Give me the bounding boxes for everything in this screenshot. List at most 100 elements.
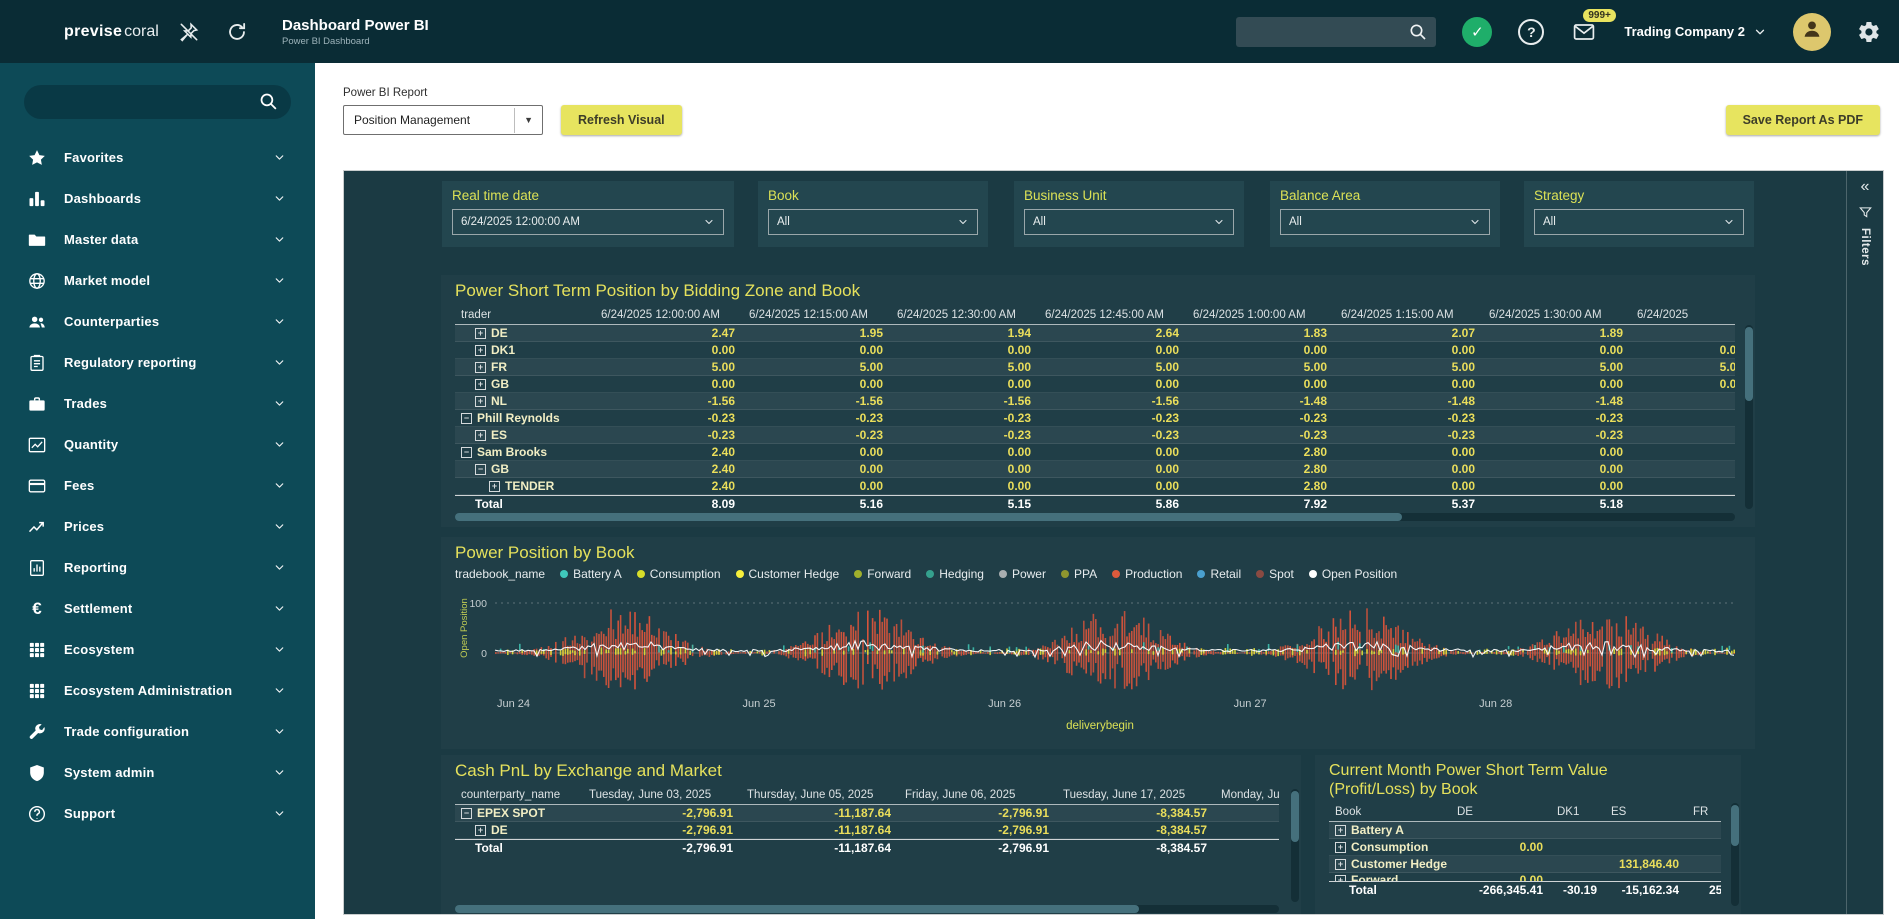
month-table-vscrollbar[interactable] bbox=[1731, 803, 1739, 906]
column-header[interactable]: Thursday, June 05, 2025 bbox=[741, 789, 899, 801]
expand-toggle[interactable]: + bbox=[489, 481, 500, 492]
slicer-book-dropdown[interactable]: All bbox=[768, 209, 978, 235]
report-select[interactable]: Position Management ▼ bbox=[343, 105, 543, 135]
slicer-balance-area-dropdown[interactable]: All bbox=[1280, 209, 1490, 235]
company-selector[interactable]: Trading Company 2 bbox=[1624, 24, 1767, 39]
legend-item-hedging[interactable]: Hedging bbox=[926, 567, 984, 581]
chevron-down-icon[interactable] bbox=[273, 233, 293, 246]
column-header[interactable]: 6/24/2025 12:00:00 AM bbox=[595, 309, 743, 321]
chevron-down-icon[interactable] bbox=[273, 315, 293, 328]
sidebar-item-support[interactable]: Support bbox=[0, 793, 315, 834]
expand-toggle[interactable]: + bbox=[475, 328, 486, 339]
cash-table-vscrollbar[interactable] bbox=[1291, 789, 1299, 902]
expand-toggle[interactable]: − bbox=[461, 447, 472, 458]
expand-toggle[interactable]: + bbox=[1335, 825, 1346, 836]
chevron-down-icon[interactable] bbox=[273, 356, 293, 369]
legend-item-ppa[interactable]: PPA bbox=[1061, 567, 1097, 581]
chevron-down-icon[interactable] bbox=[273, 643, 293, 656]
column-header[interactable]: Book bbox=[1329, 806, 1451, 818]
filters-pane[interactable]: « Filters bbox=[1846, 171, 1883, 914]
sidebar-item-reporting[interactable]: Reporting bbox=[0, 547, 315, 588]
expand-toggle[interactable]: − bbox=[461, 808, 472, 819]
expand-toggle[interactable]: + bbox=[475, 379, 486, 390]
chevron-down-icon[interactable] bbox=[273, 438, 293, 451]
chevron-down-icon[interactable] bbox=[273, 397, 293, 410]
expand-toggle[interactable]: + bbox=[475, 345, 486, 356]
expand-toggle[interactable]: + bbox=[475, 430, 486, 441]
sidebar-item-settlement[interactable]: €Settlement bbox=[0, 588, 315, 629]
chevron-down-icon[interactable] bbox=[273, 561, 293, 574]
legend-item-battery-a[interactable]: Battery A bbox=[560, 567, 622, 581]
legend-item-consumption[interactable]: Consumption bbox=[637, 567, 721, 581]
chevron-down-icon[interactable] bbox=[273, 807, 293, 820]
sidebar-item-system-admin[interactable]: System admin bbox=[0, 752, 315, 793]
save-pdf-button[interactable]: Save Report As PDF bbox=[1726, 105, 1880, 135]
sidebar-search-input[interactable] bbox=[24, 85, 291, 119]
legend-item-power[interactable]: Power bbox=[999, 567, 1046, 581]
avatar[interactable] bbox=[1793, 13, 1831, 51]
expand-toggle[interactable]: − bbox=[475, 464, 486, 475]
column-header[interactable]: 6/24/2025 1:30:00 AM bbox=[1483, 309, 1631, 321]
sidebar-item-quantity[interactable]: Quantity bbox=[0, 424, 315, 465]
column-header[interactable]: counterparty_name bbox=[455, 789, 583, 801]
sidebar-item-ecosystem[interactable]: Ecosystem bbox=[0, 629, 315, 670]
sidebar-item-trades[interactable]: Trades bbox=[0, 383, 315, 424]
column-header[interactable]: 6/24/2025 12:45:00 AM bbox=[1039, 309, 1187, 321]
legend-item-production[interactable]: Production bbox=[1112, 567, 1182, 581]
sidebar-item-master-data[interactable]: Master data bbox=[0, 219, 315, 260]
sidebar-item-market-model[interactable]: Market model bbox=[0, 260, 315, 301]
sidebar-item-favorites[interactable]: Favorites bbox=[0, 137, 315, 178]
chevron-down-icon[interactable] bbox=[273, 479, 293, 492]
refresh-icon[interactable] bbox=[226, 21, 248, 43]
chevron-down-icon[interactable] bbox=[273, 520, 293, 533]
legend-item-forward[interactable]: Forward bbox=[854, 567, 911, 581]
column-header[interactable]: Friday, June 06, 2025 bbox=[899, 789, 1057, 801]
column-header[interactable]: 6/24/2025 12:15:00 AM bbox=[743, 309, 891, 321]
sidebar-item-dashboards[interactable]: Dashboards bbox=[0, 178, 315, 219]
column-header[interactable]: Monday, Jun bbox=[1215, 789, 1279, 801]
cash-table-hscrollbar[interactable] bbox=[455, 905, 1279, 913]
unpin-icon[interactable] bbox=[178, 21, 200, 43]
help-icon[interactable]: ? bbox=[1518, 19, 1544, 45]
expand-filters-icon[interactable]: « bbox=[1861, 179, 1870, 195]
chevron-down-icon[interactable] bbox=[273, 725, 293, 738]
slicer-business-unit-dropdown[interactable]: All bbox=[1024, 209, 1234, 235]
slicer-real-time-date-dropdown[interactable]: 6/24/2025 12:00:00 AM bbox=[452, 209, 724, 235]
slicer-strategy-dropdown[interactable]: All bbox=[1534, 209, 1744, 235]
column-header[interactable]: DK1 bbox=[1551, 806, 1605, 818]
chevron-down-icon[interactable] bbox=[273, 766, 293, 779]
column-header[interactable]: DE bbox=[1451, 806, 1551, 818]
legend-item-open-position[interactable]: Open Position bbox=[1309, 567, 1397, 581]
position-table-vscrollbar[interactable] bbox=[1745, 325, 1753, 509]
legend-item-customer-hedge[interactable]: Customer Hedge bbox=[736, 567, 840, 581]
position-table-hscrollbar[interactable] bbox=[455, 513, 1735, 521]
sidebar-item-prices[interactable]: Prices bbox=[0, 506, 315, 547]
gear-icon[interactable] bbox=[1857, 20, 1881, 44]
sidebar-item-fees[interactable]: Fees bbox=[0, 465, 315, 506]
refresh-visual-button[interactable]: Refresh Visual bbox=[561, 105, 682, 135]
chevron-down-icon[interactable] bbox=[273, 602, 293, 615]
search-icon[interactable] bbox=[1408, 22, 1428, 42]
column-header[interactable]: trader bbox=[455, 309, 595, 321]
expand-toggle[interactable]: + bbox=[1335, 875, 1346, 882]
column-header[interactable]: 6/24/2025 1:00:00 AM bbox=[1187, 309, 1335, 321]
column-header[interactable]: Tuesday, June 03, 2025 bbox=[583, 789, 741, 801]
column-header[interactable]: FR bbox=[1687, 806, 1721, 818]
sidebar-search[interactable] bbox=[24, 85, 291, 119]
legend-item-spot[interactable]: Spot bbox=[1256, 567, 1294, 581]
column-header[interactable]: 6/24/2025 bbox=[1631, 309, 1735, 321]
legend-item-retail[interactable]: Retail bbox=[1197, 567, 1241, 581]
sidebar-item-counterparties[interactable]: Counterparties bbox=[0, 301, 315, 342]
header-search-input[interactable] bbox=[1236, 17, 1436, 47]
notifications-button[interactable]: 999+ bbox=[1570, 20, 1598, 44]
chevron-down-icon[interactable] bbox=[273, 151, 293, 164]
chevron-down-icon[interactable] bbox=[273, 192, 293, 205]
expand-toggle[interactable]: + bbox=[475, 396, 486, 407]
expand-toggle[interactable]: + bbox=[475, 362, 486, 373]
expand-toggle[interactable]: + bbox=[1335, 859, 1346, 870]
column-header[interactable]: 6/24/2025 1:15:00 AM bbox=[1335, 309, 1483, 321]
sidebar-item-ecosystem-administration[interactable]: Ecosystem Administration bbox=[0, 670, 315, 711]
chevron-down-icon[interactable] bbox=[273, 684, 293, 697]
expand-toggle[interactable]: + bbox=[1335, 842, 1346, 853]
column-header[interactable]: ES bbox=[1605, 806, 1687, 818]
